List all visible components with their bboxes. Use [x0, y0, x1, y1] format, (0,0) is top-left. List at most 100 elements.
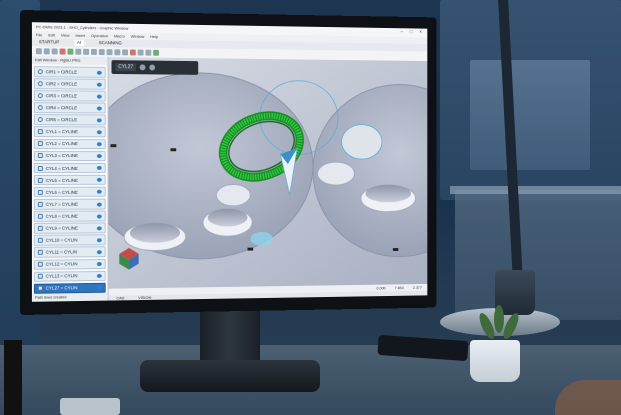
visibility-eye-icon[interactable] — [96, 142, 102, 147]
feature-label: CYL9 = CYLINE — [45, 225, 78, 231]
menu-item[interactable]: File — [36, 32, 42, 37]
feature-item[interactable]: CYL3 = CYLINE — [33, 150, 106, 162]
window-title: PC-DMIS 2023.1 - SHO_Cylinders - Graphic… — [35, 24, 129, 31]
plant-pot — [470, 340, 520, 382]
pin-icon[interactable] — [149, 64, 156, 71]
office-scene: PC-DMIS 2023.1 - SHO_Cylinders - Graphic… — [0, 0, 621, 415]
feature-item[interactable]: CYL13 = CYLIN — [33, 270, 106, 282]
viewport-tab[interactable]: VISION — [138, 295, 151, 300]
ribbon-tab[interactable]: STARTUP — [36, 39, 62, 45]
new-icon[interactable] — [35, 48, 42, 55]
menu-item[interactable]: Insert — [75, 33, 85, 38]
visibility-eye-icon[interactable] — [96, 226, 102, 231]
feature-label: CYL5 = CYLINE — [45, 177, 78, 183]
cone-tool-icon[interactable] — [122, 49, 129, 56]
visibility-eye-icon[interactable] — [96, 178, 102, 183]
feature-item[interactable]: CYL10 = CYLIN — [33, 234, 106, 246]
circle-tool-icon[interactable] — [83, 48, 90, 55]
visibility-eye-icon[interactable] — [96, 82, 102, 87]
feature-label: CYL13 = CYLIN — [45, 273, 78, 279]
visibility-eye-icon[interactable] — [96, 166, 102, 171]
visibility-eye-icon[interactable] — [96, 238, 102, 243]
cylinder-icon — [37, 237, 43, 243]
feature-label: CIR5 = CIRCLE — [45, 117, 78, 123]
visibility-eye-icon[interactable] — [96, 274, 102, 279]
circle-icon — [37, 68, 43, 74]
visibility-eye-icon[interactable] — [96, 190, 102, 195]
feature-label: CYL2 = CYLINE — [45, 141, 78, 147]
plane-tool-icon[interactable] — [98, 49, 105, 56]
feature-item[interactable]: CIR4 = CIRCLE — [33, 102, 106, 114]
menu-item[interactable]: Macro — [114, 33, 125, 38]
cylinder-icon — [37, 153, 43, 159]
feature-item[interactable]: CIR3 = CIRCLE — [33, 90, 106, 102]
status-value: 2.377 — [412, 284, 422, 290]
menu-item[interactable]: Help — [150, 34, 158, 39]
visibility-eye-icon[interactable] — [96, 94, 102, 99]
axis-triad-icon — [119, 247, 139, 270]
feature-item[interactable]: CYL5 = CYLINE — [33, 174, 106, 186]
label-marker — [170, 148, 177, 152]
feature-badge[interactable]: CYL27 — [115, 63, 137, 72]
feature-item[interactable]: CYL6 = CYLINE — [33, 186, 106, 198]
feature-item[interactable]: CIR1 = CIRCLE — [33, 66, 106, 78]
ribbon-tab[interactable]: SCANNING — [96, 40, 125, 46]
feature-label: CYL6 = CYLINE — [45, 189, 78, 195]
visibility-eye-icon[interactable] — [96, 154, 102, 159]
visibility-eye-icon[interactable] — [96, 130, 102, 135]
zoom-icon[interactable] — [145, 49, 152, 56]
feature-item[interactable]: CYL4 = CYLINE — [33, 162, 106, 174]
feature-label: CYL1 = CYLINE — [45, 129, 78, 135]
open-icon[interactable] — [43, 48, 50, 55]
visibility-eye-icon[interactable] — [96, 106, 102, 111]
view-icon[interactable] — [137, 49, 144, 56]
probe-icon[interactable] — [75, 48, 82, 55]
menu-item[interactable]: View — [61, 33, 69, 38]
window-controls[interactable]: – □ × — [401, 29, 425, 35]
status-value: 7.853 — [394, 285, 404, 291]
menu-item[interactable]: Edit — [48, 32, 55, 37]
visibility-eye-icon[interactable] — [96, 202, 102, 207]
feature-item[interactable]: CYL12 = CYLIN — [33, 258, 106, 270]
visibility-eye-icon[interactable] — [96, 250, 102, 255]
feature-item[interactable]: CYL2 = CYLINE — [33, 138, 106, 150]
feature-item[interactable]: CIR2 = CIRCLE — [33, 78, 106, 90]
visibility-eye-icon[interactable] — [96, 214, 102, 219]
graphic-viewport[interactable]: CYL27 — [108, 57, 428, 289]
feature-label: CYL7 = CYLINE — [45, 201, 78, 207]
speaker — [4, 340, 22, 415]
screen: PC-DMIS 2023.1 - SHO_Cylinders - Graphic… — [31, 22, 428, 302]
menu-item[interactable]: Window — [131, 34, 145, 39]
line-tool-icon[interactable] — [106, 49, 113, 56]
keyboard — [60, 398, 120, 415]
feature-item[interactable]: CYL11 = CYLIN — [33, 246, 106, 258]
visibility-eye-icon[interactable] — [96, 262, 102, 267]
feature-item[interactable]: CYL8 = CYLINE — [33, 210, 106, 222]
settings-icon[interactable] — [139, 64, 146, 71]
hole-6 — [342, 124, 382, 159]
cylinder-icon — [37, 261, 43, 268]
ribbon-tab[interactable]: AI — [73, 39, 85, 46]
cylinder-tool-icon[interactable] — [91, 48, 97, 55]
feature-item[interactable]: CYL9 = CYLINE — [33, 222, 106, 234]
cylinder-icon — [37, 201, 43, 207]
background-window-pane — [470, 60, 590, 170]
feature-item[interactable]: CYL7 = CYLINE — [33, 198, 106, 210]
feature-item[interactable]: CYL1 = CYLINE — [33, 126, 106, 138]
viewport-tab[interactable]: CAD — [116, 295, 124, 300]
report-icon[interactable] — [153, 49, 159, 56]
visibility-eye-icon[interactable] — [96, 70, 102, 75]
delete-icon[interactable] — [129, 49, 136, 56]
menu-item[interactable]: Operation — [91, 33, 108, 38]
visibility-eye-icon[interactable] — [96, 285, 102, 291]
feature-item[interactable]: CIR5 = CIRCLE — [33, 114, 106, 126]
execute-icon[interactable] — [67, 48, 74, 55]
stop-icon[interactable] — [59, 48, 66, 55]
point-tool-icon[interactable] — [114, 49, 121, 56]
feature-label: CIR3 = CIRCLE — [45, 93, 78, 99]
visibility-eye-icon[interactable] — [96, 118, 102, 123]
cylinder-icon — [37, 274, 43, 280]
cylinder-icon — [37, 129, 43, 135]
hole-3 — [216, 184, 250, 206]
save-icon[interactable] — [51, 48, 58, 55]
